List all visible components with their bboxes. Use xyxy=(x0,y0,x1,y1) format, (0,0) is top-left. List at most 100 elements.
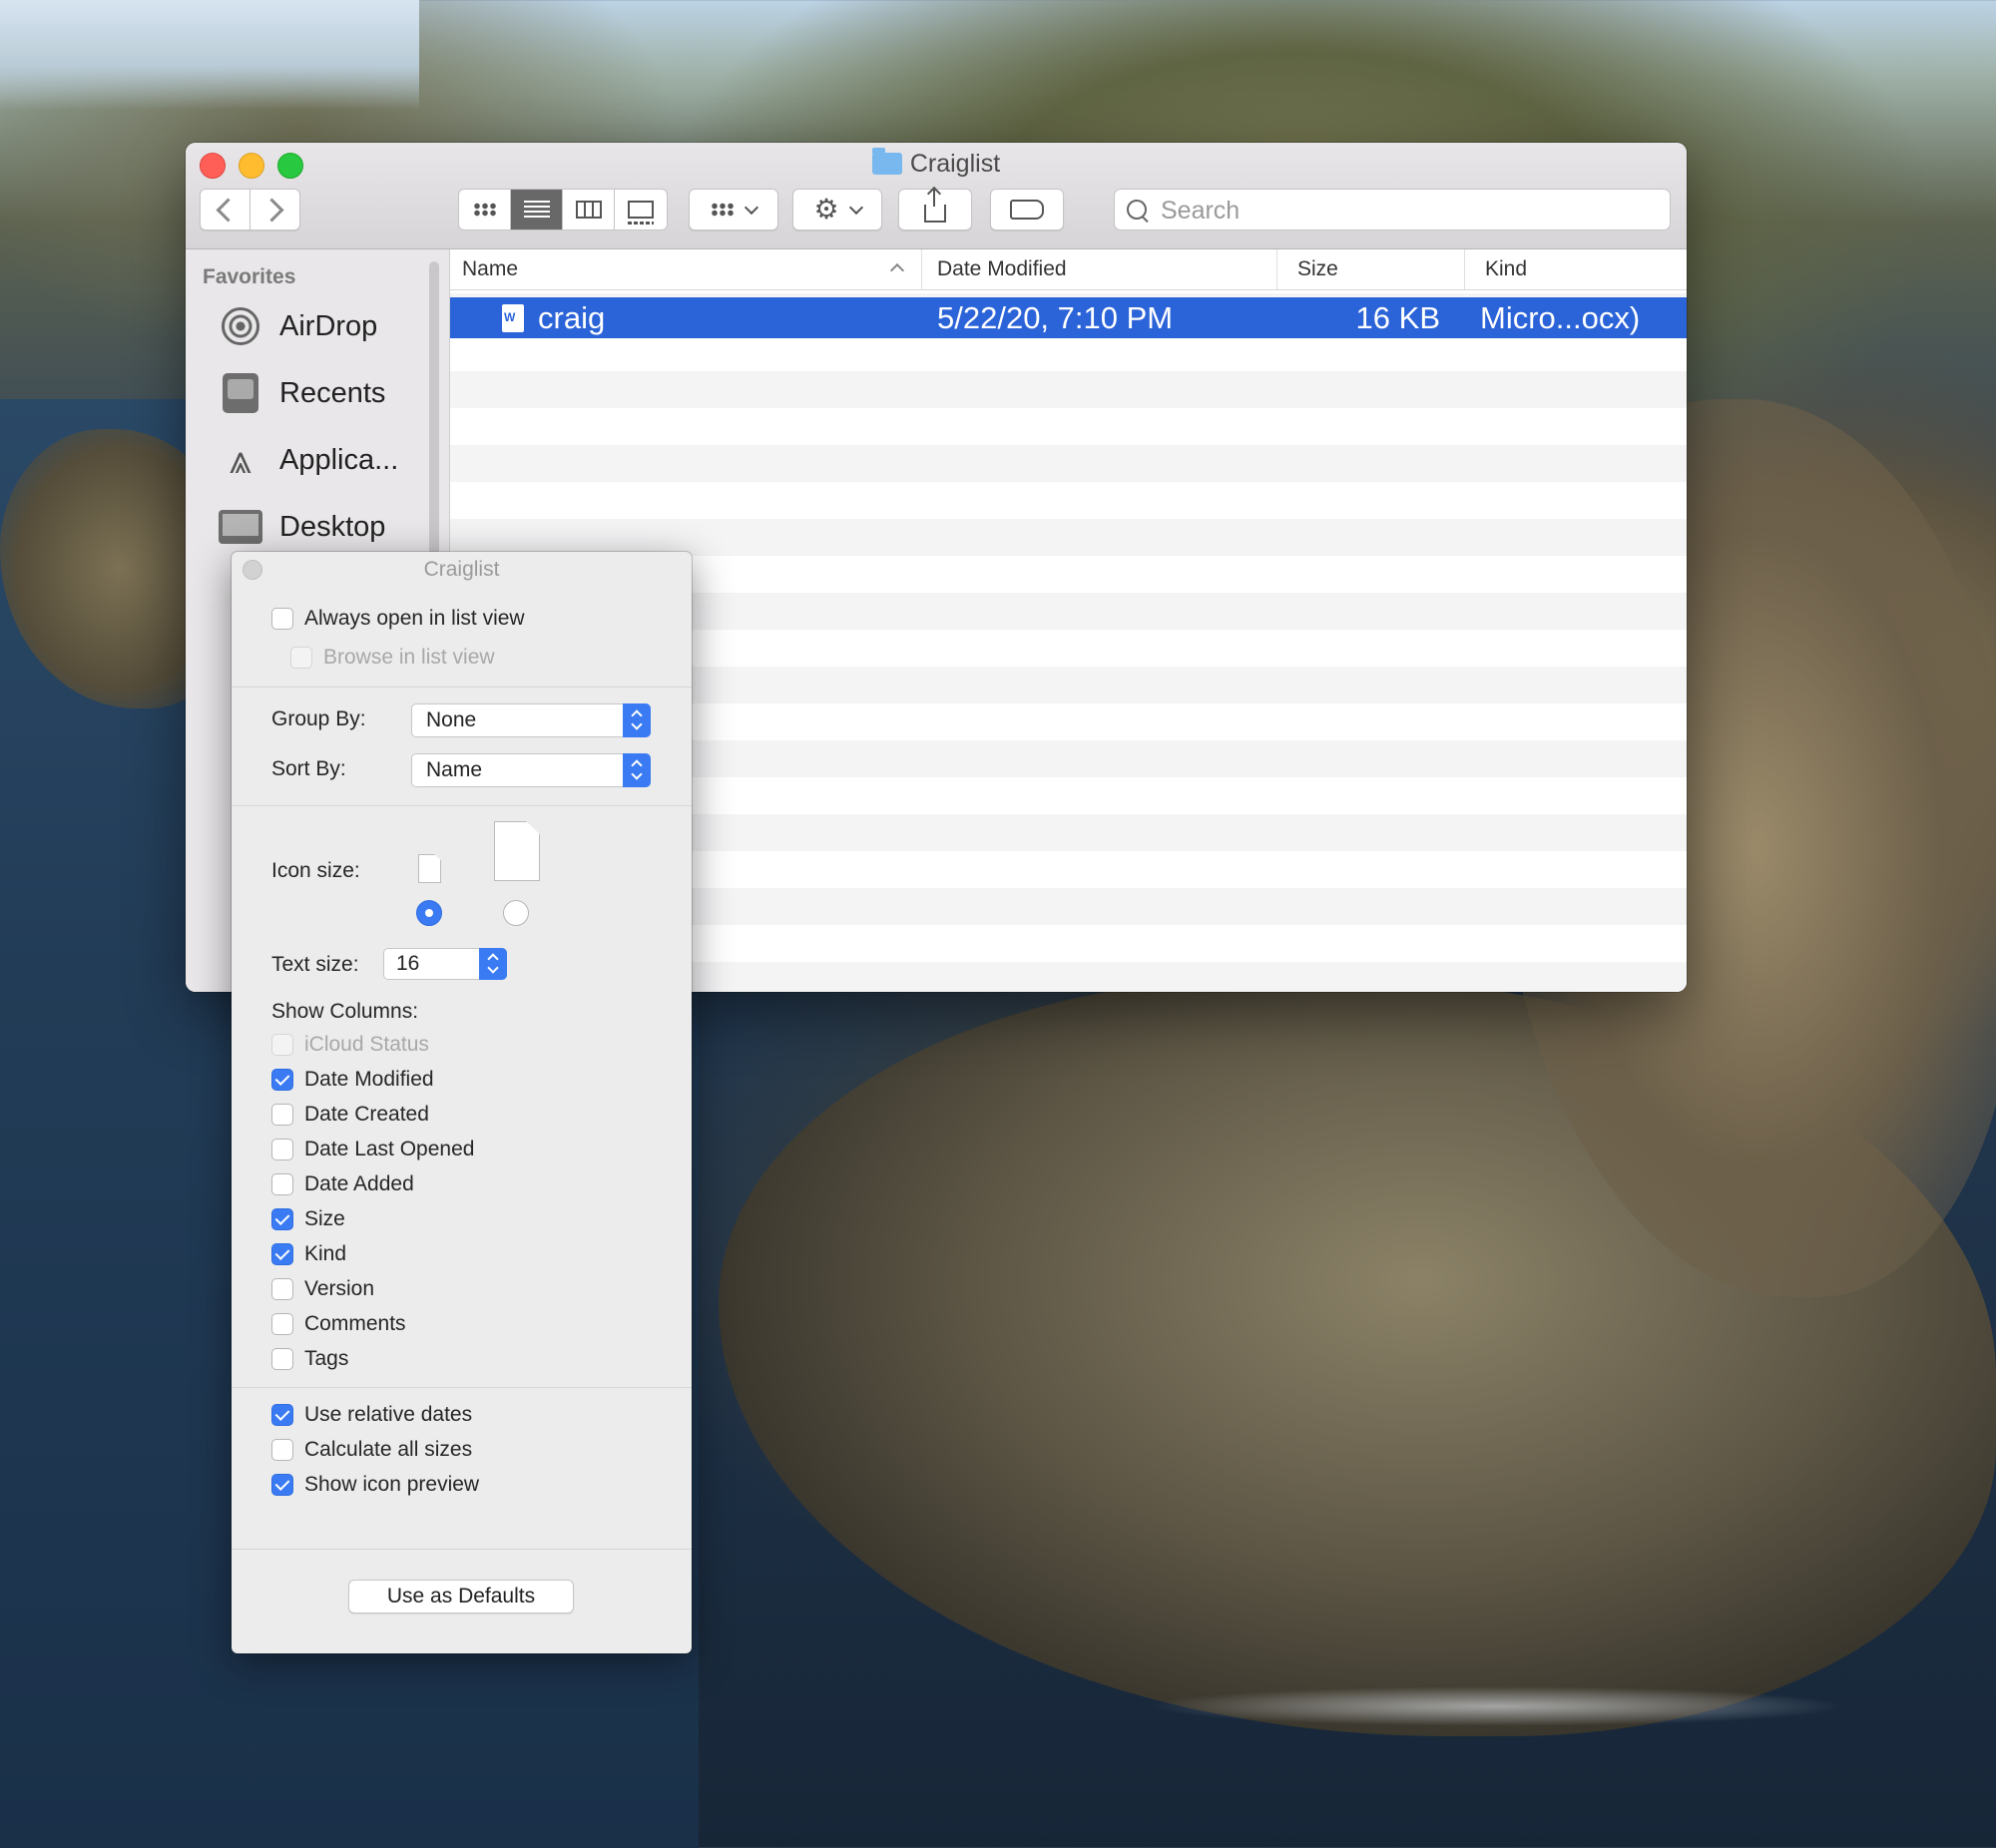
checkbox-box[interactable] xyxy=(271,1173,293,1195)
share-icon xyxy=(924,189,946,223)
forward-button[interactable] xyxy=(250,189,300,231)
sidebar-item-label: Desktop xyxy=(279,510,386,543)
column-date-created-checkbox[interactable]: Date Created xyxy=(271,1101,429,1129)
list-header: Name Date Modified Size Kind xyxy=(450,249,1687,290)
column-header-size[interactable]: Size xyxy=(1276,249,1464,289)
column-view-button[interactable] xyxy=(563,190,615,230)
search-input[interactable] xyxy=(1159,190,1662,231)
checkbox-box[interactable] xyxy=(271,1474,293,1496)
sidebar-item-desktop[interactable]: Desktop xyxy=(218,501,385,553)
column-icloud-status-checkbox: iCloud Status xyxy=(271,1031,429,1059)
divider xyxy=(232,687,692,688)
sidebar-section-favorites: Favorites xyxy=(203,265,296,288)
icon-view-button[interactable] xyxy=(459,190,511,230)
checkbox-label: Size xyxy=(304,1207,345,1230)
sidebar-item-recents[interactable]: Recents xyxy=(218,367,385,419)
gallery-icon xyxy=(628,201,654,225)
sidebar-item-label: AirDrop xyxy=(279,309,378,342)
column-header-label: Kind xyxy=(1485,257,1528,280)
use-relative-dates-checkbox[interactable]: Use relative dates xyxy=(271,1401,472,1429)
column-kind-checkbox[interactable]: Kind xyxy=(271,1240,346,1268)
column-header-name[interactable]: Name xyxy=(462,249,919,289)
text-size-popup[interactable]: 16 xyxy=(383,948,507,980)
show-columns-label: Show Columns: xyxy=(271,1000,419,1023)
table-row[interactable]: craig 5/22/20, 7:10 PM 16 KB Micro...ocx… xyxy=(450,297,1687,338)
group-button[interactable] xyxy=(689,189,778,231)
checkbox-box[interactable] xyxy=(271,1139,293,1160)
column-date-added-checkbox[interactable]: Date Added xyxy=(271,1170,414,1198)
checkbox-box[interactable] xyxy=(271,1104,293,1126)
file-kind: Micro...ocx) xyxy=(1480,299,1641,335)
desktop-icon xyxy=(218,506,263,548)
checkbox-label: Date Created xyxy=(304,1103,429,1126)
column-date-last-opened-checkbox[interactable]: Date Last Opened xyxy=(271,1136,474,1163)
checkbox-box[interactable] xyxy=(271,1069,293,1091)
sort-by-popup[interactable]: Name xyxy=(411,753,651,787)
applications-icon: ⩓ xyxy=(229,438,252,482)
share-button[interactable] xyxy=(898,189,972,231)
tag-icon xyxy=(1010,200,1044,220)
icon-grid-icon xyxy=(472,203,497,217)
icon-size-large-radio[interactable] xyxy=(503,900,529,926)
icon-size-small-radio[interactable] xyxy=(416,900,442,926)
tags-button[interactable] xyxy=(990,189,1064,231)
chevron-right-icon xyxy=(259,197,284,223)
checkbox-label: Browse in list view xyxy=(323,646,495,669)
checkbox-label: iCloud Status xyxy=(304,1033,429,1056)
checkbox-box[interactable] xyxy=(271,1348,293,1370)
column-comments-checkbox[interactable]: Comments xyxy=(271,1310,406,1338)
file-name: craig xyxy=(538,299,606,335)
wallpaper-foam xyxy=(1148,1686,1846,1726)
search-field[interactable] xyxy=(1114,189,1671,231)
checkbox-box[interactable] xyxy=(271,1278,293,1300)
calculate-all-sizes-checkbox[interactable]: Calculate all sizes xyxy=(271,1436,472,1464)
checkbox-box[interactable] xyxy=(271,1313,293,1335)
checkbox-box xyxy=(290,647,312,669)
list-icon xyxy=(523,201,550,219)
text-size-label: Text size: xyxy=(271,953,359,976)
column-date-modified-checkbox[interactable]: Date Modified xyxy=(271,1066,434,1094)
column-header-label: Date Modified xyxy=(937,257,1067,280)
checkbox-box[interactable] xyxy=(271,608,293,630)
view-mode-control xyxy=(458,189,668,231)
window-title-text: Craiglist xyxy=(909,150,1001,178)
checkbox-box[interactable] xyxy=(271,1208,293,1230)
checkbox-label: Use relative dates xyxy=(304,1403,473,1426)
checkbox-box[interactable] xyxy=(271,1404,293,1426)
checkbox-box[interactable] xyxy=(271,1439,293,1461)
recents-icon xyxy=(218,372,263,414)
group-by-value: None xyxy=(426,708,477,731)
checkbox-label: Show icon preview xyxy=(304,1473,480,1496)
always-open-list-view-checkbox[interactable]: Always open in list view xyxy=(271,605,525,633)
sort-by-value: Name xyxy=(426,758,483,781)
checkbox-label: Date Last Opened xyxy=(304,1138,475,1160)
checkbox-box[interactable] xyxy=(271,1243,293,1265)
checkbox-label: Date Added xyxy=(304,1172,414,1195)
column-header-date-modified[interactable]: Date Modified xyxy=(921,249,1275,289)
checkbox-label: Date Modified xyxy=(304,1068,434,1091)
divider xyxy=(232,805,692,806)
action-button[interactable]: ⚙ xyxy=(792,189,882,231)
back-button[interactable] xyxy=(200,189,250,231)
show-icon-preview-checkbox[interactable]: Show icon preview xyxy=(271,1471,479,1499)
divider xyxy=(232,1549,692,1550)
list-view-button[interactable] xyxy=(511,190,563,230)
sidebar-item-applications[interactable]: ⩓ Applica... xyxy=(218,434,399,486)
sidebar-item-airdrop[interactable]: AirDrop xyxy=(218,300,377,352)
use-as-defaults-button[interactable]: Use as Defaults xyxy=(348,1580,574,1614)
column-tags-checkbox[interactable]: Tags xyxy=(271,1345,348,1373)
column-header-kind[interactable]: Kind xyxy=(1464,249,1687,289)
file-name-cell: craig xyxy=(502,297,605,338)
group-by-popup[interactable]: None xyxy=(411,703,651,737)
file-date-modified: 5/22/20, 7:10 PM xyxy=(937,299,1174,335)
column-size-checkbox[interactable]: Size xyxy=(271,1205,345,1233)
gallery-view-button[interactable] xyxy=(615,190,667,230)
large-page-icon xyxy=(494,821,540,881)
window-title: Craiglist xyxy=(186,148,1687,179)
columns-icon xyxy=(575,201,602,219)
column-version-checkbox[interactable]: Version xyxy=(271,1275,374,1303)
chevron-left-icon xyxy=(216,197,241,223)
sidebar-item-label: Applica... xyxy=(279,443,399,476)
gear-icon: ⚙ xyxy=(813,194,839,225)
checkbox-label: Tags xyxy=(304,1347,349,1370)
